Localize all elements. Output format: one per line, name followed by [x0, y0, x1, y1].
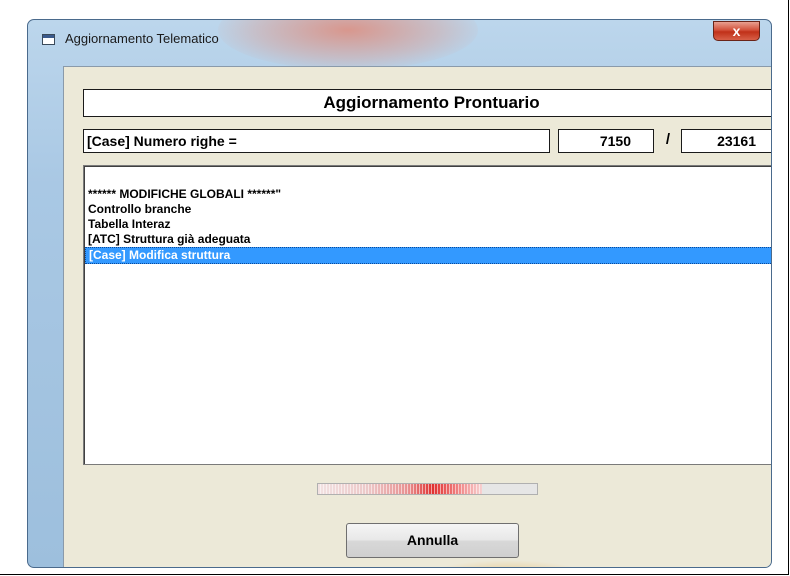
window-title: Aggiornamento Telematico [65, 31, 219, 46]
cancel-button[interactable]: Annulla [346, 523, 519, 558]
dialog-client-area: Aggiornamento Prontuario [Case] Numero r… [63, 66, 771, 567]
window-app-icon [42, 34, 55, 45]
row-count-separator: / [665, 131, 671, 148]
row-count-current: 7150 [558, 129, 654, 153]
progress-bar [317, 483, 538, 495]
close-icon: x [732, 23, 741, 39]
title-bar-glow [218, 20, 478, 70]
progress-fill [318, 484, 483, 494]
row-count-label: [Case] Numero righe = [83, 129, 550, 153]
close-button[interactable]: x [713, 21, 760, 41]
dialog-window: Aggiornamento Telematico x Aggiornamento… [27, 19, 772, 568]
update-title-box: Aggiornamento Prontuario [83, 89, 771, 117]
list-item[interactable]: [ATC] Struttura già adeguata [84, 232, 771, 247]
list-item[interactable]: Tabella Interaz [84, 217, 771, 232]
list-item-selected[interactable]: [Case] Modifica struttura [85, 247, 771, 264]
row-count-total: 23161 [681, 129, 771, 153]
list-item[interactable]: ****** MODIFICHE GLOBALI ******" [84, 187, 771, 202]
log-listbox[interactable]: ****** MODIFICHE GLOBALI ******" Controll… [83, 165, 771, 465]
list-item[interactable]: Controllo branche [84, 202, 771, 217]
